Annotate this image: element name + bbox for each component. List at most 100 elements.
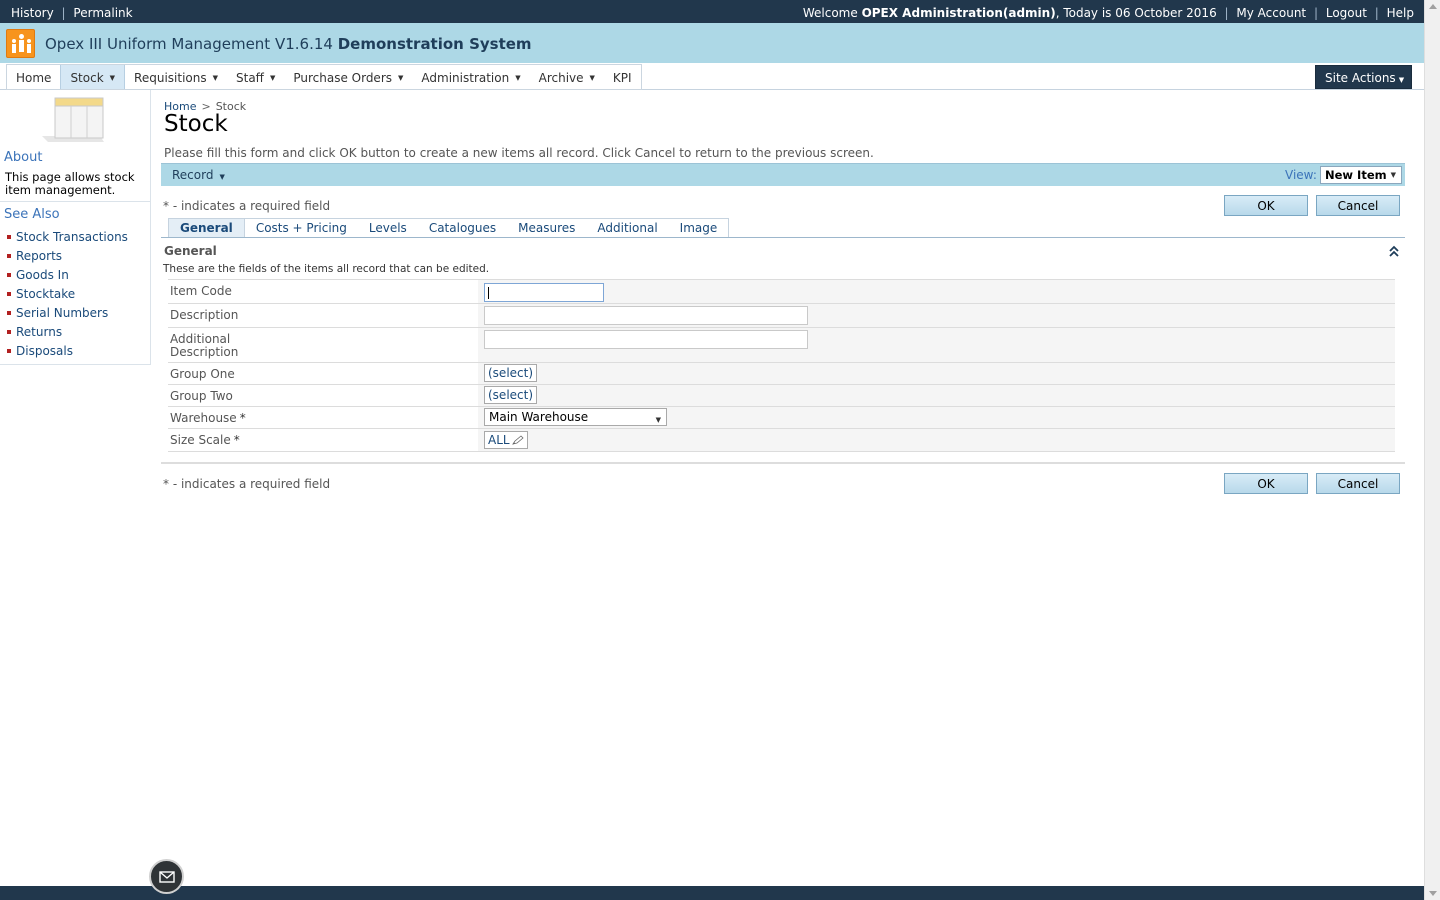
nav-item-administration[interactable]: Administration ▼ (412, 65, 529, 89)
nav-label: Staff (236, 71, 264, 85)
label-line: Additional (170, 332, 231, 346)
nav-item-kpi[interactable]: KPI (604, 65, 641, 89)
permalink-link[interactable]: Permalink (73, 6, 132, 20)
form-row-item-code: Item Code (168, 279, 1395, 304)
chevron-down-icon: ▼ (1390, 171, 1396, 179)
tab-catalogues[interactable]: Catalogues (418, 219, 507, 238)
sidebar-item-stock-transactions[interactable]: Stock Transactions (7, 227, 128, 246)
tab-costs-pricing[interactable]: Costs + Pricing (245, 219, 358, 238)
sidebar-item-serial-numbers[interactable]: Serial Numbers (7, 303, 128, 322)
sidebar-divider (0, 201, 150, 202)
label-line: Description (170, 345, 239, 359)
see-also-list: Stock Transactions Reports Goods In Stoc… (7, 227, 128, 360)
bullet-icon (7, 253, 11, 258)
size-scale-field[interactable]: ALL (484, 431, 528, 449)
nav-menu: Home Stock ▼ Requisitions ▼ Staff ▼ Purchas… (6, 64, 642, 90)
bullet-icon (7, 291, 11, 296)
description-input[interactable] (484, 306, 808, 325)
cancel-button-bottom[interactable]: Cancel (1316, 473, 1400, 494)
group-two-select-button[interactable]: (select) (484, 386, 538, 404)
people-logo-icon[interactable] (6, 29, 35, 58)
view-selector[interactable]: New Item ▼ (1320, 166, 1402, 184)
history-link[interactable]: History (11, 6, 54, 20)
scroll-up-icon[interactable] (1429, 4, 1437, 9)
form-row-additional-description: Additional Description (168, 328, 1395, 363)
sidebar-item-stocktake[interactable]: Stocktake (7, 284, 128, 303)
mail-button[interactable] (149, 859, 184, 894)
size-scale-label: Size Scale * (170, 434, 240, 447)
site-actions-button[interactable]: Site Actions ▼ (1315, 65, 1412, 89)
page-instructions: Please fill this form and click OK butto… (164, 146, 874, 160)
tab-levels[interactable]: Levels (358, 219, 418, 238)
logout-link[interactable]: Logout (1326, 6, 1367, 20)
tab-measures[interactable]: Measures (507, 219, 586, 238)
sidebar-item-returns[interactable]: Returns (7, 322, 128, 341)
nav-label: Requisitions (134, 71, 207, 85)
general-form: Item Code Description Additional Descript… (168, 279, 1395, 452)
top-utility-bar: History | Permalink Welcome OPEX Adminis… (0, 0, 1424, 23)
chevron-down-icon: ▼ (515, 74, 521, 82)
group-two-label: Group Two (170, 389, 233, 403)
sidebar-item-goods-in[interactable]: Goods In (7, 265, 128, 284)
additional-description-input[interactable] (484, 330, 808, 349)
nav-label: KPI (612, 71, 632, 85)
bullet-icon (7, 348, 11, 353)
chevron-down-icon: ▼ (109, 74, 116, 82)
record-menu[interactable]: Record ▼ (172, 168, 225, 182)
about-text: This page allows stock item management. (5, 170, 135, 197)
sidebar-item-label: Goods In (16, 267, 69, 282)
nav-item-archive[interactable]: Archive ▼ (530, 65, 604, 89)
bullet-icon (7, 329, 11, 334)
nav-item-requisitions[interactable]: Requisitions ▼ (125, 65, 227, 89)
sidebar-item-label: Stock Transactions (16, 229, 128, 244)
tab-image[interactable]: Image (669, 219, 729, 238)
nav-item-staff[interactable]: Staff ▼ (227, 65, 284, 89)
sidebar-item-reports[interactable]: Reports (7, 246, 128, 265)
nav-item-home[interactable]: Home (7, 65, 60, 89)
separator: | (1313, 6, 1319, 20)
user-name: OPEX Administration(admin) (861, 6, 1056, 20)
help-link[interactable]: Help (1387, 6, 1414, 20)
my-account-link[interactable]: My Account (1236, 6, 1306, 20)
warehouse-value: Main Warehouse (489, 410, 589, 424)
group-one-select-button[interactable]: (select) (484, 364, 538, 382)
tab-additional[interactable]: Additional (586, 219, 668, 238)
nav-item-purchase-orders[interactable]: Purchase Orders ▼ (284, 65, 412, 89)
chevron-down-icon: ▼ (589, 74, 595, 82)
nav-label: Home (16, 71, 52, 85)
welcome-prefix: Welcome (802, 6, 862, 20)
scroll-down-icon[interactable] (1429, 891, 1437, 896)
pencil-icon[interactable] (512, 435, 524, 445)
form-toolbar: Record ▼ View: New Item ▼ (161, 163, 1405, 186)
chevron-down-icon: ▼ (212, 74, 218, 82)
site-title[interactable]: Opex III Uniform Management V1.6.14 Demo… (45, 35, 532, 53)
bullet-icon (7, 272, 11, 277)
form-bottom-divider (161, 462, 1405, 464)
nav-label: Stock (70, 71, 104, 85)
view-label: View: (1285, 168, 1317, 182)
page-illustration-icon (42, 97, 104, 142)
required-marker: * (239, 411, 246, 425)
section-title: General (164, 244, 217, 258)
page-title: Stock (164, 111, 228, 137)
warehouse-dropdown[interactable]: Main Warehouse ▼ (484, 408, 667, 426)
ok-button-bottom[interactable]: OK (1224, 473, 1308, 494)
bullet-icon (7, 234, 11, 239)
vertical-scrollbar[interactable] (1424, 0, 1440, 900)
nav-item-stock[interactable]: Stock ▼ (60, 65, 126, 89)
tab-general[interactable]: General (169, 219, 245, 238)
collapse-up-icon[interactable] (1388, 244, 1400, 258)
separator: | (1224, 6, 1229, 20)
form-row-size-scale: Size Scale * ALL (168, 429, 1395, 452)
warehouse-label-text: Warehouse (170, 411, 237, 425)
about-heading: About (4, 150, 43, 165)
mail-icon (158, 870, 175, 883)
ok-button[interactable]: OK (1224, 195, 1308, 216)
chevron-down-icon: ▼ (1398, 76, 1405, 84)
size-scale-label-text: Size Scale (170, 433, 231, 447)
cancel-button[interactable]: Cancel (1316, 195, 1400, 216)
chevron-down-icon: ▼ (398, 74, 404, 82)
sidebar-item-disposals[interactable]: Disposals (7, 341, 128, 360)
item-code-input[interactable] (484, 283, 604, 302)
additional-description-label: Additional Description (170, 333, 238, 359)
